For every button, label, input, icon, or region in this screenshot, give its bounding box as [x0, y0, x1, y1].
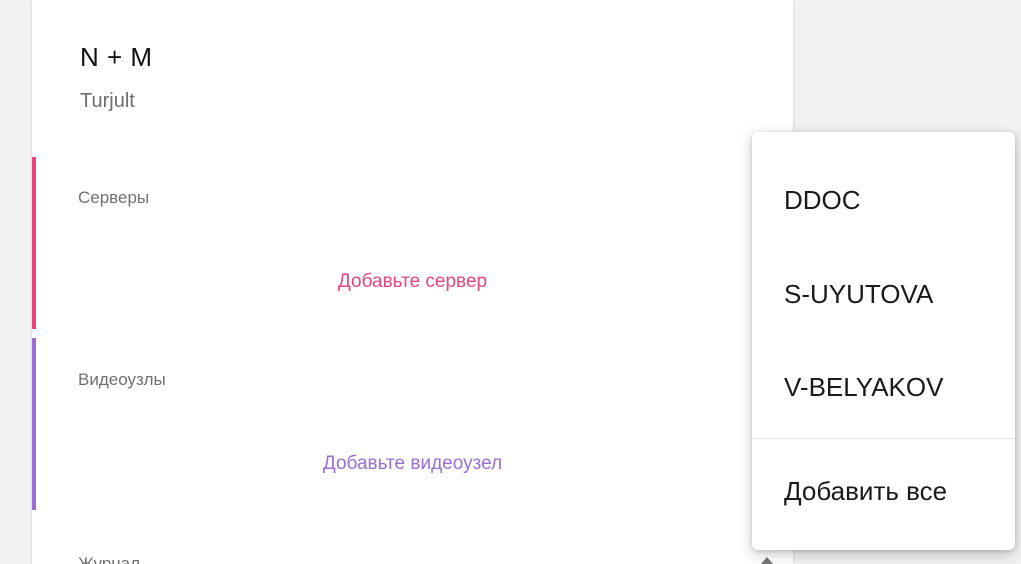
- menu-item-server[interactable]: S-UYUTOVA: [752, 249, 1015, 339]
- servers-section-label: Серверы: [78, 188, 150, 207]
- video-nodes-accent-bar: [32, 338, 36, 510]
- menu-item-server[interactable]: V-BELYAKOV: [752, 342, 1015, 432]
- card-title: N + M: [80, 42, 153, 72]
- menu-divider: [752, 438, 1015, 439]
- card-subtitle: Turjult: [80, 90, 135, 112]
- servers-section: Серверы Добавьте сервер: [32, 157, 793, 329]
- journal-section-label[interactable]: Журнал: [78, 554, 140, 564]
- video-nodes-section-label: Видеоузлы: [78, 370, 166, 389]
- servers-accent-bar: [32, 157, 36, 329]
- page: N + M Turjult Серверы Добавьте сервер Ви…: [0, 0, 1021, 564]
- add-all-menu-item[interactable]: Добавить все: [752, 446, 1015, 536]
- server-dropdown-menu: DDOC S-UYUTOVA V-BELYAKOV Добавить все: [752, 132, 1015, 550]
- menu-item-server[interactable]: DDOC: [752, 155, 1015, 245]
- video-nodes-section: Видеоузлы Добавьте видеоузел: [32, 338, 793, 510]
- add-server-link[interactable]: Добавьте сервер: [32, 271, 793, 293]
- chevron-up-icon[interactable]: [760, 557, 774, 564]
- add-video-node-link[interactable]: Добавьте видеоузел: [32, 453, 793, 475]
- config-card: N + M Turjult Серверы Добавьте сервер Ви…: [32, 0, 793, 564]
